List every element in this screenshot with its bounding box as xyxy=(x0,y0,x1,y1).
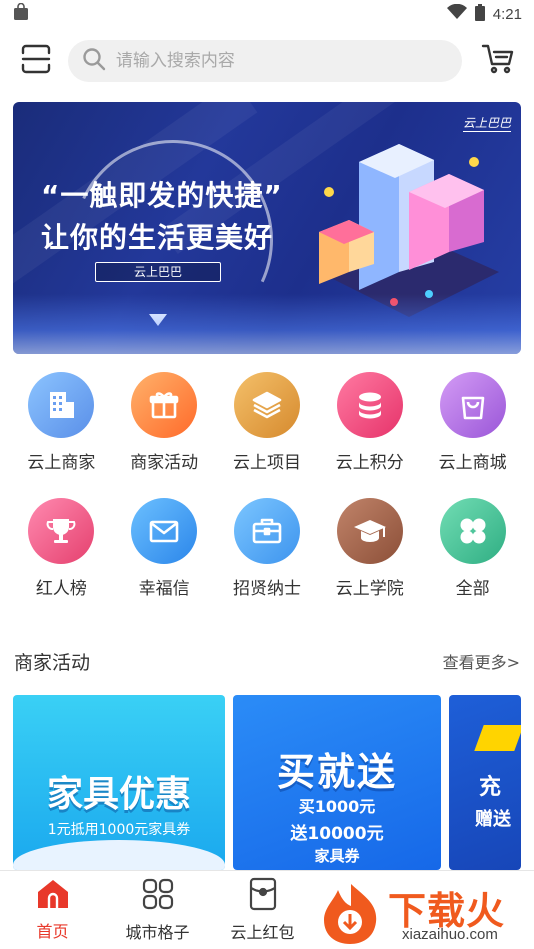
mail-icon xyxy=(131,498,198,564)
gift-icon xyxy=(131,372,198,438)
bag-icon xyxy=(12,2,30,25)
search-input[interactable] xyxy=(115,51,436,71)
clock-time: 4:21 xyxy=(492,5,522,23)
coins-icon xyxy=(336,372,403,438)
category-label: 全部 xyxy=(455,579,490,599)
promo-banner[interactable]: 云上巴巴 “一触即发的快捷” 让你的生活更美好 云上巴巴 xyxy=(13,102,521,354)
scan-icon xyxy=(20,43,52,79)
search-icon xyxy=(82,47,106,75)
shopping-bag-icon xyxy=(439,372,506,438)
category-all[interactable]: 全部 xyxy=(427,498,519,624)
tab-home[interactable]: 首页 xyxy=(0,871,105,949)
card-wave xyxy=(13,840,225,870)
category-merchant-activity[interactable]: 商家活动 xyxy=(118,372,210,498)
tab-label: 城市格子 xyxy=(125,923,190,942)
category-row: 云上商家 商家活动 云上项目 云上积分 云上商城 xyxy=(0,372,534,498)
banner-brand-tag: 云上巴巴 xyxy=(95,262,221,282)
banner-headline: “一触即发的快捷” xyxy=(41,179,283,212)
card-headline: 家具优惠 xyxy=(46,774,191,815)
category-label: 云上积分 xyxy=(335,453,404,473)
tab-label: 云上红包 xyxy=(230,923,295,942)
category-grid: 云上商家 商家活动 云上项目 云上积分 云上商城 红人榜 幸福信 招贤纳士 云上… xyxy=(0,372,534,624)
tab-label: 首页 xyxy=(36,922,69,941)
status-bar: 4:21 xyxy=(0,0,534,28)
category-label: 招贤纳士 xyxy=(232,579,301,599)
card-subtitle: 1元抵用1000元家具券 xyxy=(47,822,191,838)
category-label: 红人榜 xyxy=(35,579,87,599)
activity-carousel[interactable]: 家具优惠 1元抵用1000元家具券 买就送 买1000元 送10000元 家具券… xyxy=(13,695,534,870)
trophy-icon xyxy=(28,498,95,564)
section-title: 商家活动 xyxy=(14,651,91,674)
category-label: 云上项目 xyxy=(232,453,301,473)
category-yunshang-academy[interactable]: 云上学院 xyxy=(324,498,416,624)
category-recruitment[interactable]: 招贤纳士 xyxy=(221,498,313,624)
building-icon xyxy=(28,372,95,438)
activity-card[interactable]: 家具优惠 1元抵用1000元家具券 xyxy=(13,695,225,870)
category-label: 商家活动 xyxy=(130,453,199,473)
card-accent xyxy=(474,725,521,751)
card-headline: 买就送 xyxy=(276,750,397,794)
briefcase-icon xyxy=(233,498,300,564)
scan-button[interactable] xyxy=(16,41,56,81)
card-subtitle: 家具券 xyxy=(314,847,360,865)
cart-button[interactable] xyxy=(478,41,518,81)
category-happiness-letter[interactable]: 幸福信 xyxy=(118,498,210,624)
banner-glow xyxy=(13,294,521,354)
cart-icon xyxy=(481,43,515,79)
activities-header: 商家活动 查看更多> xyxy=(14,646,520,676)
category-label: 云上学院 xyxy=(335,579,404,599)
bottom-tab-bar: 首页 城市格子 云上红包 xyxy=(0,870,534,949)
graduation-cap-icon xyxy=(336,498,403,564)
view-more-link[interactable]: 查看更多> xyxy=(443,649,520,673)
category-row: 红人榜 幸福信 招贤纳士 云上学院 全部 xyxy=(0,498,534,624)
battery-icon xyxy=(474,3,485,25)
activity-card[interactable]: 买就送 买1000元 送10000元 家具券 xyxy=(233,695,441,870)
activity-card[interactable]: 充 赠送 xyxy=(449,695,521,870)
top-bar xyxy=(0,36,534,86)
layers-icon xyxy=(233,372,300,438)
category-label: 幸福信 xyxy=(138,579,190,599)
card-subtitle: 赠送 xyxy=(475,809,511,830)
category-influencer-ranking[interactable]: 红人榜 xyxy=(15,498,107,624)
clover-icon xyxy=(439,498,506,564)
tab-city-grid[interactable]: 城市格子 xyxy=(105,871,210,949)
tab-red-packet[interactable]: 云上红包 xyxy=(210,871,315,949)
search-box[interactable] xyxy=(67,40,463,82)
category-yunshang-points[interactable]: 云上积分 xyxy=(324,372,416,498)
category-yunshang-merchant[interactable]: 云上商家 xyxy=(15,372,107,498)
wifi-icon xyxy=(446,3,467,24)
city-illustration xyxy=(319,144,499,317)
red-packet-icon xyxy=(248,877,278,915)
category-yunshang-mall[interactable]: 云上商城 xyxy=(427,372,519,498)
category-yunshang-project[interactable]: 云上项目 xyxy=(221,372,313,498)
home-icon xyxy=(36,878,70,914)
card-subtitle: 送10000元 xyxy=(290,824,384,844)
grid-icon xyxy=(141,877,175,915)
card-headline: 充 xyxy=(479,775,502,800)
banner-subheadline: 让你的生活更美好 xyxy=(41,221,274,254)
card-subtitle: 买1000元 xyxy=(298,797,376,816)
category-label: 云上商城 xyxy=(438,453,507,473)
category-label: 云上商家 xyxy=(27,453,96,473)
